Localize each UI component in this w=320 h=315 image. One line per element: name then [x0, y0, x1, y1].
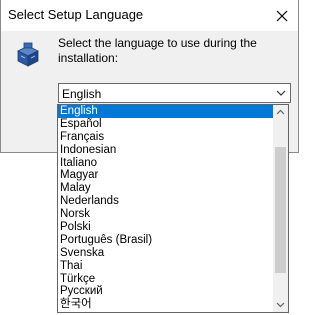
language-option[interactable]: Italiano [58, 157, 273, 170]
combo-selected-value: English [62, 87, 102, 101]
scrollbar-thumb[interactable] [275, 147, 286, 273]
language-option[interactable]: Magyar [58, 169, 273, 182]
language-option[interactable]: Thai [58, 260, 273, 273]
language-options: English Español Français Indonesian Italiano… [58, 105, 273, 311]
language-option[interactable]: Malay [58, 182, 273, 195]
close-button[interactable] [266, 0, 298, 31]
close-icon [276, 10, 288, 21]
language-option[interactable]: Norsk [58, 208, 273, 221]
title-bar: Select Setup Language [1, 0, 298, 31]
setup-package-icon [17, 42, 39, 67]
scroll-down-button[interactable] [273, 298, 288, 312]
window-title: Select Setup Language [8, 7, 144, 22]
scroll-up-arrow-icon [276, 109, 285, 115]
language-dropdown-list[interactable]: English Español Français Indonesian Italiano… [57, 104, 289, 313]
scroll-down-arrow-icon [276, 302, 285, 308]
language-option[interactable]: Polski [58, 221, 273, 234]
language-option[interactable]: Português (Brasil) [58, 234, 273, 247]
language-option[interactable]: Français [58, 131, 273, 144]
vertical-scrollbar[interactable] [273, 105, 288, 312]
language-combobox[interactable]: English [58, 83, 291, 103]
language-option[interactable]: 한국어 [58, 298, 273, 311]
language-option[interactable]: Indonesian [58, 144, 273, 157]
language-option[interactable]: Türkçe [58, 273, 273, 286]
language-option[interactable]: Nederlands [58, 195, 273, 208]
instruction-text: Select the language to use during the in… [58, 36, 257, 65]
scroll-up-button[interactable] [273, 105, 288, 119]
language-option[interactable]: English [58, 105, 273, 118]
chevron-down-icon[interactable] [275, 87, 287, 99]
language-option[interactable]: Русский [58, 285, 273, 298]
language-option[interactable]: Svenska [58, 247, 273, 260]
language-option[interactable]: Español [58, 118, 273, 131]
